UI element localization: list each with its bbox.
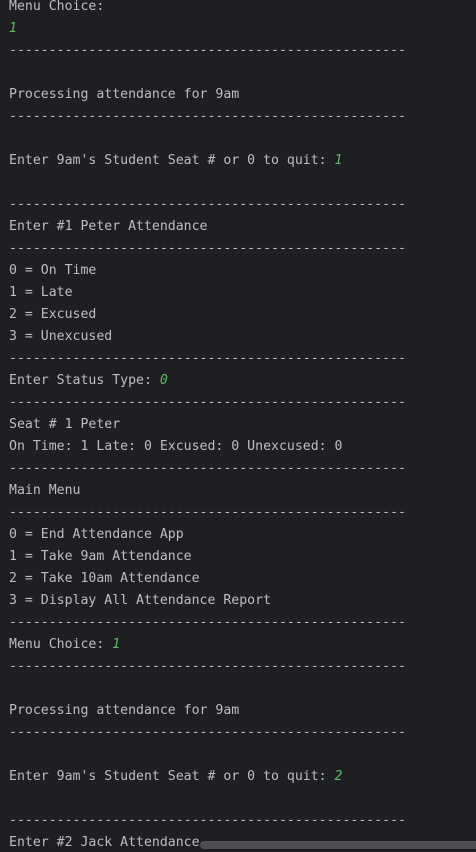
console-line: 2 = Excused [9, 304, 406, 326]
user-input-value: 1 [9, 21, 17, 36]
console-line: ----------------------------------------… [9, 238, 406, 260]
console-line-text: ----------------------------------------… [9, 725, 406, 740]
console-line-text: Menu Choice: [9, 637, 113, 652]
console-line: 1 = Take 9am Attendance [9, 546, 406, 568]
console-line-text: ----------------------------------------… [9, 109, 406, 124]
console-line: 1 [9, 18, 406, 40]
console-line-text: Seat # 1 Peter [9, 417, 121, 432]
console-line: ----------------------------------------… [9, 106, 406, 128]
console-line: ----------------------------------------… [9, 194, 406, 216]
console-line-text: ----------------------------------------… [9, 197, 406, 212]
console-line: ----------------------------------------… [9, 40, 406, 62]
user-input-value: 2 [334, 769, 343, 784]
console-line: Enter #1 Peter Attendance [9, 216, 406, 238]
horizontal-scrollbar[interactable] [200, 841, 476, 849]
console-line-text: ----------------------------------------… [9, 43, 406, 58]
console-line-text: 2 = Excused [9, 307, 97, 322]
console-line: 3 = Display All Attendance Report [9, 590, 406, 612]
console-line: 3 = Unexcused [9, 326, 406, 348]
console-line: ----------------------------------------… [9, 458, 406, 480]
console-line: Menu Choice: [9, 0, 406, 18]
console-line-text: Menu Choice: [9, 0, 105, 14]
console-line-text: ----------------------------------------… [9, 505, 406, 520]
console-line: Seat # 1 Peter [9, 414, 406, 436]
console-line-text: 0 = On Time [9, 263, 97, 278]
console-line-text: Enter 9am's Student Seat # or 0 to quit: [9, 769, 335, 784]
console-line: Processing attendance for 9am [9, 700, 406, 722]
user-input-value: 1 [334, 153, 343, 168]
console-line: 1 = Late [9, 282, 406, 304]
console-line-text: 1 = Late [9, 285, 73, 300]
console-line: ----------------------------------------… [9, 656, 406, 678]
console-line: ----------------------------------------… [9, 392, 406, 414]
console-line: Enter 9am's Student Seat # or 0 to quit:… [9, 766, 406, 788]
console-line-text: Enter Status Type: [9, 373, 160, 388]
console-line-text: Main Menu [9, 483, 81, 498]
console-line: Enter 9am's Student Seat # or 0 to quit:… [9, 150, 406, 172]
console-line-text: Processing attendance for 9am [9, 703, 240, 718]
console-line-text: ----------------------------------------… [9, 241, 406, 256]
console-line-text: ----------------------------------------… [9, 813, 406, 828]
console-line: ----------------------------------------… [9, 502, 406, 524]
console-line-text: Enter #1 Peter Attendance [9, 219, 208, 234]
console-line-text: ----------------------------------------… [9, 461, 406, 476]
console-line-text: Enter #2 Jack Attendance [9, 835, 200, 850]
console-line: 0 = End Attendance App [9, 524, 406, 546]
console-line-text: 3 = Unexcused [9, 329, 113, 344]
console-line: Main Menu [9, 480, 406, 502]
console-line: 0 = On Time [9, 260, 406, 282]
console-line: ----------------------------------------… [9, 722, 406, 744]
console-line-text: ----------------------------------------… [9, 659, 406, 674]
console-line-text: ----------------------------------------… [9, 615, 406, 630]
console-line-text: ----------------------------------------… [9, 351, 406, 366]
console-line: ----------------------------------------… [9, 612, 406, 634]
console-line-text: 2 = Take 10am Attendance [9, 571, 200, 586]
run-console[interactable]: Menu Choice: 1 ---------------------------… [0, 0, 476, 852]
console-line-text: On Time: 1 Late: 0 Excused: 0 Unexcused:… [9, 439, 343, 454]
user-input-value: 1 [112, 637, 121, 652]
console-line-text: 3 = Display All Attendance Report [9, 593, 272, 608]
console-line-text: ----------------------------------------… [9, 395, 406, 410]
console-line: ----------------------------------------… [9, 348, 406, 370]
user-input-value: 0 [159, 373, 168, 388]
console-line: ----------------------------------------… [9, 810, 406, 832]
console-line: Menu Choice: 1 [9, 634, 406, 656]
console-line-text: 0 = End Attendance App [9, 527, 184, 542]
console-line: Processing attendance for 9am [9, 84, 406, 106]
console-line-text: Processing attendance for 9am [9, 87, 240, 102]
console-line-text: Enter 9am's Student Seat # or 0 to quit: [9, 153, 335, 168]
console-line-text: 1 = Take 9am Attendance [9, 549, 192, 564]
console-line: Enter Status Type: 0 [9, 370, 406, 392]
console-output[interactable]: Menu Choice: 1 ---------------------------… [9, 0, 406, 852]
console-line: 2 = Take 10am Attendance [9, 568, 406, 590]
console-line: On Time: 1 Late: 0 Excused: 0 Unexcused:… [9, 436, 406, 458]
